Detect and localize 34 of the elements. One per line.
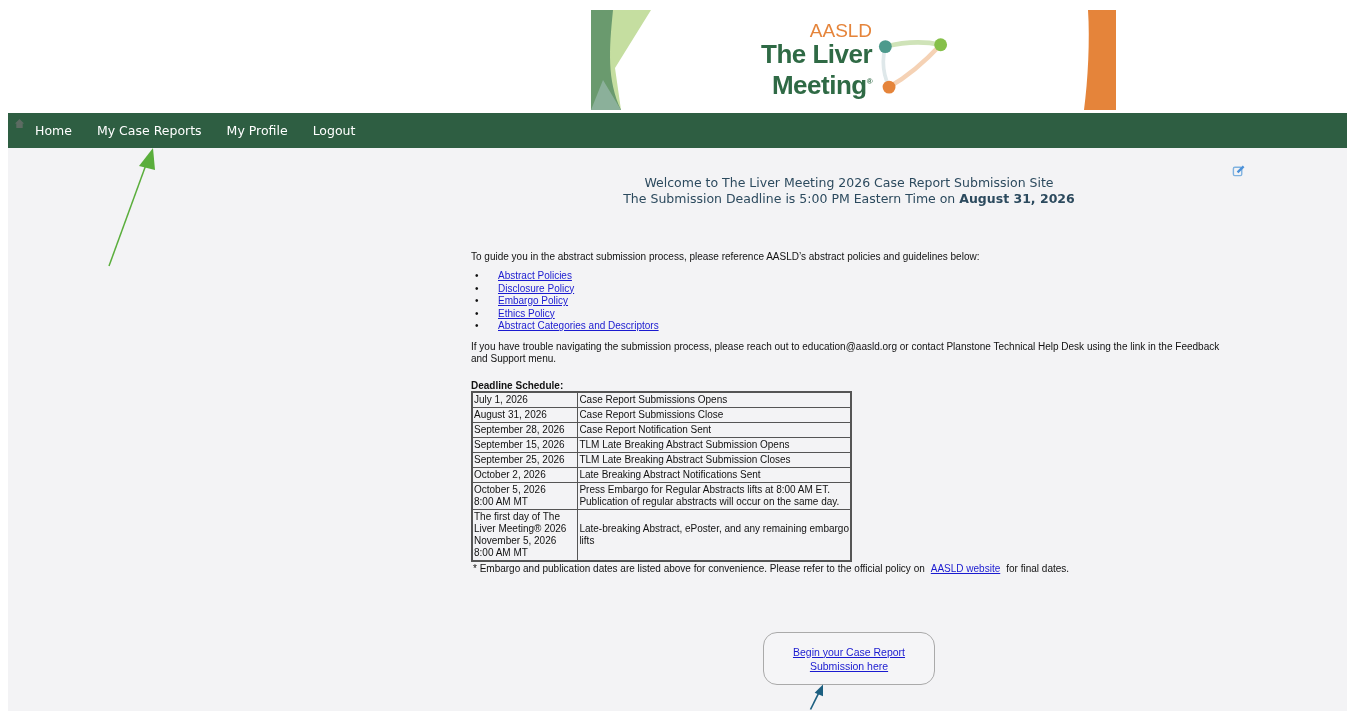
table-cell: October 5, 2026 8:00 AM MT (472, 482, 578, 509)
schedule-heading: Deadline Schedule: (471, 379, 565, 391)
policy-link[interactable]: Embargo Policy (498, 295, 569, 308)
website-link[interactable]: AASLD website (930, 562, 1001, 574)
nav-link[interactable]: My Profile (226, 123, 288, 138)
bullet: • (475, 295, 480, 308)
logo-title-text: Meeting$^{®}$ (771, 68, 873, 99)
bullet: • (475, 320, 480, 333)
bullet: • (475, 270, 480, 283)
table-cell: Press Embargo for Regular Abstracts lifts at 8:00 AM ET. Publication of regular abstracts will occur on the same day. (577, 482, 851, 509)
submit-button[interactable]: Begin your Case Report Submission here (763, 631, 935, 685)
footnote-text: * Embargo and publication dates are listed above for convenience. Please refer to the official policy on (473, 562, 925, 574)
logo-org-text: AASLD (809, 21, 873, 42)
footnote-text: for final dates. (1006, 562, 1070, 574)
table-cell: July 1, 2026 (472, 391, 578, 407)
policy-link[interactable]: Abstract Categories and Descriptors (498, 320, 659, 333)
deadline-text: The Submission Deadline is 5:00 PM Eastern Time on August 31, 2026 (622, 191, 1076, 207)
edit-icon[interactable] (1232, 164, 1245, 177)
table-cell: Case Report Submissions Opens (577, 391, 851, 407)
table-cell: The first day of The Liver Meeting® 2026 November 5, 2026 8:00 AM MT (472, 509, 578, 561)
nav-link[interactable]: Logout (312, 123, 356, 138)
logo-mark-icon (878, 35, 949, 95)
bullet: • (475, 307, 480, 320)
help-text: If you have trouble navigating the submission process, please reach out to education@aasld.org or contact Planstone Technical Help Desk using the link in the Feedback and Support menu. (471, 340, 1221, 366)
intro-text: To guide you in the abstract submission process, please reference AASLD’s abstract policies and guidelines below: (471, 251, 981, 262)
nav-link[interactable]: My Case Reports (96, 123, 202, 138)
policy-link[interactable]: Ethics Policy (498, 307, 555, 320)
welcome-title: Welcome to The Liver Meeting 2026 Case Report Submission Site (643, 175, 1055, 191)
nav-link[interactable]: Home (35, 123, 72, 138)
table-cell: Late-breaking Abstract, ePoster, and any remaining embargo lifts (577, 509, 851, 561)
bullet: • (475, 282, 480, 295)
logo-title-text: The Liver (761, 41, 873, 69)
policy-link[interactable]: Disclosure Policy (498, 282, 575, 295)
policy-link[interactable]: Abstract Policies (498, 270, 572, 283)
